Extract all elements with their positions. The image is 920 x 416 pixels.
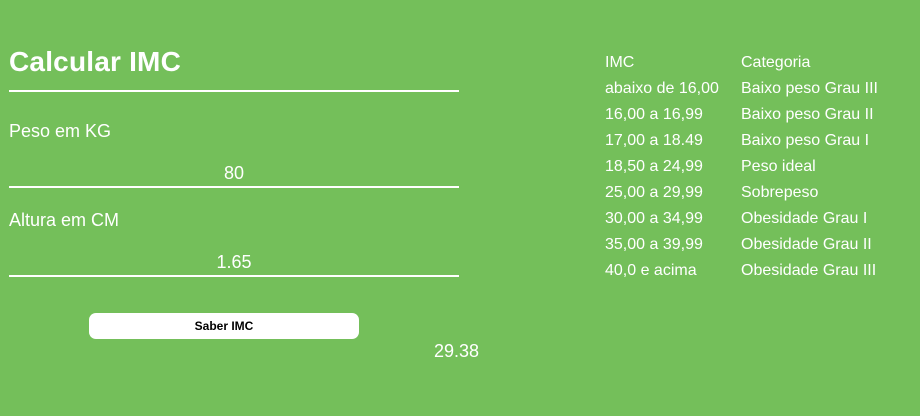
table-row: 18,50 a 24,99 Peso ideal — [605, 154, 878, 180]
imc-range-cell: 18,50 a 24,99 — [605, 158, 703, 175]
imc-result: 29.38 — [434, 341, 480, 361]
imc-range-cell: 30,00 a 34,99 — [605, 210, 703, 227]
height-label: Altura em CM — [9, 210, 120, 230]
page-title: Calcular IMC — [9, 46, 181, 77]
category-cell: Obesidade Grau II — [741, 236, 872, 253]
category-cell: Baixo peso Grau II — [741, 106, 874, 123]
column-header-categoria: Categoria — [741, 54, 811, 71]
weight-label: Peso em KG — [9, 121, 112, 141]
table-row: 35,00 a 39,99 Obesidade Grau II — [605, 232, 878, 258]
category-cell: Baixo peso Grau I — [741, 132, 870, 149]
imc-range-cell: abaixo de 16,00 — [605, 80, 719, 97]
category-cell: Peso ideal — [741, 158, 816, 175]
table-header-row: IMC Categoria — [605, 50, 878, 76]
category-cell: Sobrepeso — [741, 184, 819, 201]
column-header-imc: IMC — [605, 54, 635, 71]
table-row: 40,0 e acima Obesidade Grau III — [605, 258, 878, 284]
imc-range-cell: 17,00 a 18.49 — [605, 132, 703, 149]
table-row: 30,00 a 34,99 Obesidade Grau I — [605, 206, 878, 232]
category-cell: Baixo peso Grau III — [741, 80, 878, 97]
table-row: 17,00 a 18.49 Baixo peso Grau I — [605, 128, 878, 154]
imc-range-cell: 40,0 e acima — [605, 262, 697, 279]
weight-input[interactable] — [9, 160, 459, 188]
calculate-imc-button[interactable]: Saber IMC — [89, 313, 359, 339]
imc-range-cell: 16,00 a 16,99 — [605, 106, 703, 123]
height-input[interactable] — [9, 249, 459, 277]
category-cell: Obesidade Grau III — [741, 262, 877, 279]
imc-reference-table: IMC Categoria abaixo de 16,00 Baixo peso… — [605, 50, 878, 284]
table-row: 16,00 a 16,99 Baixo peso Grau II — [605, 102, 878, 128]
imc-range-cell: 25,00 a 29,99 — [605, 184, 703, 201]
category-cell: Obesidade Grau I — [741, 210, 868, 227]
imc-range-cell: 35,00 a 39,99 — [605, 236, 703, 253]
table-row: abaixo de 16,00 Baixo peso Grau III — [605, 76, 878, 102]
table-row: 25,00 a 29,99 Sobrepeso — [605, 180, 878, 206]
title-divider — [9, 90, 459, 92]
imc-form: Calcular IMC Peso em KG Altura em CM Sab… — [9, 0, 459, 416]
